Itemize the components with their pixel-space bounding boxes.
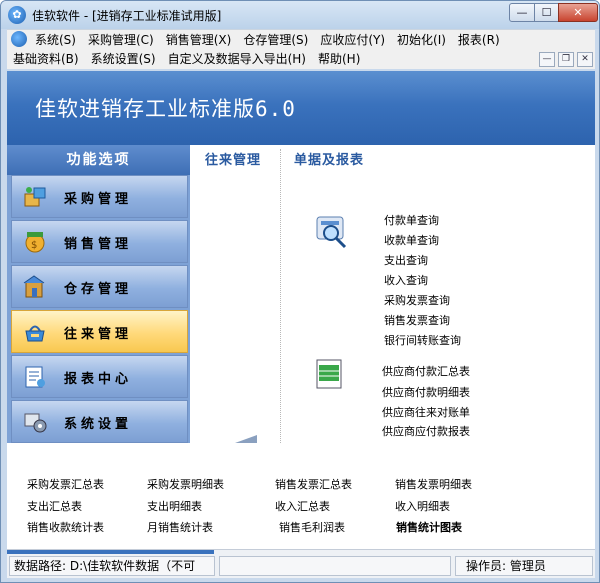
sidebar: 功能选项 采购管理 $ 销售管理 仓存管理 往来管理 报表中心 系统设置 [7, 145, 190, 443]
link-expense-query[interactable]: 支出查询 [384, 252, 428, 268]
link-payment-query[interactable]: 付款单查询 [384, 212, 439, 228]
panel-arrow-icon [235, 435, 257, 443]
app-window: ✿ 佳软软件 - [进销存工业标准试用版] — ☐ ✕ 系统(S) 采购管理(C)… [0, 0, 600, 583]
column-divider [280, 149, 281, 443]
status-operator: 操作员: 管理员 [455, 556, 593, 576]
sidebar-item-label: 采购管理 [64, 192, 133, 207]
link-expense-summary[interactable]: 支出汇总表 [27, 498, 82, 514]
bottom-report-grid: 采购发票汇总表 采购发票明细表 销售发票汇总表 销售发票明细表 支出汇总表 支出… [7, 447, 595, 547]
ledger-icon [316, 359, 342, 389]
sidebar-item-label: 销售管理 [64, 237, 133, 252]
close-button[interactable]: ✕ [558, 3, 598, 22]
link-supplier-statement[interactable]: 供应商往来对账单 [382, 404, 470, 420]
tab-accounts-management[interactable]: 往来管理 [205, 149, 261, 168]
title-bar[interactable]: ✿ 佳软软件 - [进销存工业标准试用版] — ☐ ✕ [1, 1, 599, 29]
mdi-restore-button[interactable]: ❐ [558, 52, 574, 67]
link-purchase-invoice-query[interactable]: 采购发票查询 [384, 292, 450, 308]
sidebar-item-label: 系统设置 [64, 417, 133, 432]
maximize-button[interactable]: ☐ [534, 3, 559, 22]
menu-bar: 系统(S) 采购管理(C) 销售管理(X) 仓存管理(S) 应收应付(Y) 初始化(I) 报… [7, 29, 595, 69]
link-expense-detail[interactable]: 支出明细表 [147, 498, 202, 514]
mdi-close-button[interactable]: ✕ [577, 52, 593, 67]
menu-row-1: 系统(S) 采购管理(C) 销售管理(X) 仓存管理(S) 应收应付(Y) 初始化(I) 报… [7, 31, 506, 51]
menu-report[interactable]: 报表(R) [452, 31, 506, 50]
menu-row-2: 基础资料(B) 系统设置(S) 自定义及数据导入导出(H) 帮助(H) [7, 50, 366, 70]
status-empty-cell [219, 556, 451, 576]
settings-icon [24, 413, 47, 433]
sales-icon: $ [25, 232, 45, 253]
accounts-icon [25, 325, 45, 342]
menu-warehouse[interactable]: 仓存管理(S) [237, 31, 314, 50]
link-supplier-payable-report[interactable]: 供应商应付款报表 [382, 423, 470, 439]
link-monthly-sales-stats[interactable]: 月销售统计表 [147, 519, 213, 535]
minimize-button[interactable]: — [509, 3, 535, 22]
menu-receivable-payable[interactable]: 应收应付(Y) [314, 31, 391, 50]
sidebar-item-accounts[interactable]: 往来管理 [11, 310, 188, 353]
sidebar-item-sales[interactable]: $ 销售管理 [11, 220, 188, 263]
magnifier-icon [316, 216, 347, 249]
sidebar-item-warehouse[interactable]: 仓存管理 [11, 265, 188, 308]
menu-system-settings[interactable]: 系统设置(S) [85, 50, 162, 69]
link-bank-transfer-query[interactable]: 银行间转账查询 [384, 332, 461, 348]
menu-app-icon[interactable] [11, 31, 27, 47]
menu-purchase[interactable]: 采购管理(C) [82, 31, 160, 50]
tab-documents-reports[interactable]: 单据及报表 [294, 149, 364, 168]
link-receipt-query[interactable]: 收款单查询 [384, 232, 439, 248]
status-bar: 数据路径: D:\佳软软件数据（不可 操作员: 管理员 [7, 549, 595, 578]
sidebar-item-report[interactable]: 报表中心 [11, 355, 188, 398]
mdi-minimize-button[interactable]: — [539, 52, 555, 67]
sidebar-item-purchase[interactable]: 采购管理 [11, 175, 188, 218]
menu-basic-data[interactable]: 基础资料(B) [7, 50, 85, 69]
link-supplier-payment-detail[interactable]: 供应商付款明细表 [382, 384, 470, 400]
menu-init[interactable]: 初始化(I) [391, 31, 452, 50]
link-sales-chart[interactable]: 销售统计图表 [396, 519, 462, 535]
link-income-query[interactable]: 收入查询 [384, 272, 428, 288]
link-income-detail[interactable]: 收入明细表 [395, 498, 450, 514]
link-sales-invoice-detail[interactable]: 销售发票明细表 [395, 476, 472, 492]
banner: 佳软进销存工业标准版6.0 [7, 71, 595, 145]
status-data-path: 数据路径: D:\佳软软件数据（不可 [9, 556, 215, 576]
menu-import-export[interactable]: 自定义及数据导入导出(H) [162, 50, 312, 69]
menu-help[interactable]: 帮助(H) [312, 50, 366, 69]
sidebar-item-label: 仓存管理 [64, 282, 133, 297]
warehouse-icon [23, 275, 45, 298]
link-sales-invoice-query[interactable]: 销售发票查询 [384, 312, 450, 328]
menu-sales[interactable]: 销售管理(X) [160, 31, 238, 50]
svg-text:$: $ [31, 240, 37, 251]
purchase-icon [24, 187, 46, 207]
status-accent-strip [7, 550, 214, 554]
link-income-summary[interactable]: 收入汇总表 [275, 498, 330, 514]
link-sales-gross-profit[interactable]: 销售毛利润表 [279, 519, 345, 535]
report-icon [25, 366, 45, 388]
sidebar-item-label: 报表中心 [64, 372, 133, 387]
link-purchase-invoice-detail[interactable]: 采购发票明细表 [147, 476, 224, 492]
banner-title: 佳软进销存工业标准版6.0 [35, 97, 296, 121]
window-title: 佳软软件 - [进销存工业标准试用版] [32, 9, 222, 23]
app-logo-icon: ✿ [8, 6, 26, 24]
sidebar-item-label: 往来管理 [64, 327, 133, 342]
link-sales-invoice-summary[interactable]: 销售发票汇总表 [275, 476, 352, 492]
link-purchase-invoice-summary[interactable]: 采购发票汇总表 [27, 476, 104, 492]
sidebar-item-settings[interactable]: 系统设置 [11, 400, 188, 443]
link-sales-receipt-stats[interactable]: 销售收款统计表 [27, 519, 104, 535]
main-content: 功能选项 采购管理 $ 销售管理 仓存管理 往来管理 报表中心 系统设置 往来管… [7, 145, 595, 549]
menu-system[interactable]: 系统(S) [29, 31, 82, 50]
sidebar-header: 功能选项 [7, 145, 190, 175]
link-supplier-payment-summary[interactable]: 供应商付款汇总表 [382, 363, 470, 379]
